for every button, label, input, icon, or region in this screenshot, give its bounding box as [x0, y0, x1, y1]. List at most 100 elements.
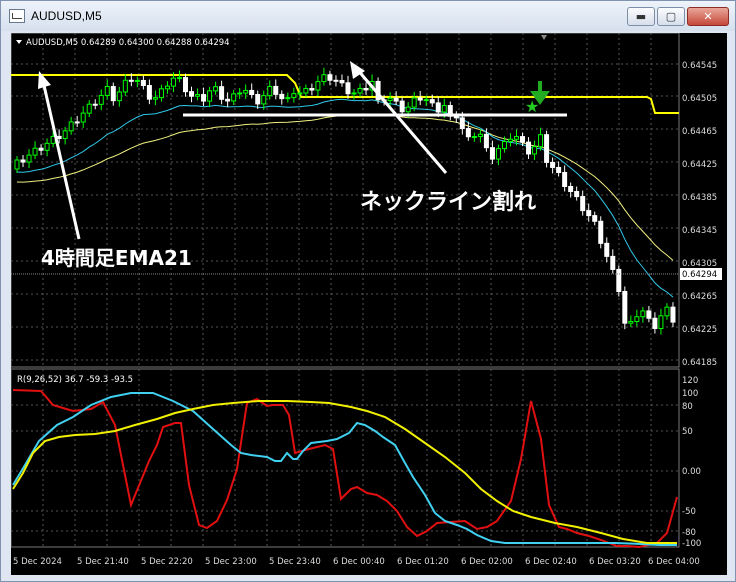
price-tick: 0.64425: [682, 160, 717, 170]
candle-body: [285, 97, 291, 100]
candle-body: [261, 95, 267, 105]
time-tick: 5 Dec 21:40: [77, 557, 129, 567]
candle-body: [544, 134, 550, 163]
candle-body: [441, 105, 447, 113]
candle-body: [568, 186, 574, 193]
price-tick: 0.64225: [682, 325, 717, 335]
candle-body: [495, 148, 501, 160]
time-tick: 5 Dec 2024: [13, 557, 62, 567]
close-icon: ✕: [703, 10, 713, 23]
candle-body: [616, 268, 622, 293]
candle-body: [489, 147, 495, 160]
indicator-tick: 120: [682, 376, 698, 386]
grid: [11, 33, 679, 547]
chart-canvas[interactable]: ★ ネックライン割れ 4時間足EMA21 AUDUSD,M5 0.64289 0…: [10, 32, 727, 575]
time-tick: 6 Dec 01:20: [397, 557, 449, 567]
candle-body: [110, 86, 116, 102]
neckline-annotation-arrow: [354, 67, 448, 174]
candle-body: [267, 85, 273, 97]
maximize-icon: ▢: [665, 10, 677, 23]
minimize-icon: ▬: [635, 10, 647, 23]
time-axis: 5 Dec 2024 5 Dec 21:40 5 Dec 22:20 5 Dec…: [13, 557, 700, 567]
candle-body: [128, 79, 134, 82]
candle-body: [507, 138, 513, 143]
candle-body: [201, 94, 207, 102]
indicator-tick: 80: [682, 402, 693, 412]
candle-body: [225, 98, 231, 102]
candle-body: [351, 92, 357, 95]
candle-body: [146, 85, 152, 100]
candle-body: [333, 79, 339, 82]
candle-body: [622, 291, 628, 324]
symbol-menu-icon[interactable]: [16, 40, 22, 44]
time-tick: 6 Dec 00:40: [333, 557, 385, 567]
candle-body: [580, 196, 586, 212]
candle-body: [477, 133, 483, 138]
candle-body: [255, 94, 261, 105]
title-bar[interactable]: AUDUSD,M5 ▬ ▢ ✕: [1, 1, 735, 31]
candle-body: [393, 97, 399, 102]
indicator-tick: -100: [682, 539, 701, 549]
indicator-cyan-line: [12, 392, 677, 546]
time-tick: 6 Dec 02:40: [525, 557, 577, 567]
candle-body: [465, 128, 471, 138]
indicator-tick: -80: [682, 528, 696, 538]
candle-body: [20, 159, 26, 163]
candle-body: [116, 91, 122, 102]
time-tick: 5 Dec 23:00: [205, 557, 257, 567]
candle-body: [195, 94, 201, 97]
candle-body: [207, 90, 213, 102]
candle-body: [297, 92, 303, 95]
candle-body: [532, 146, 538, 155]
maximize-button[interactable]: ▢: [657, 7, 685, 26]
ema-arrowhead-icon: [38, 71, 51, 89]
candle-body: [501, 141, 507, 150]
main-pane-border: [10, 32, 680, 368]
price-axis[interactable]: 0.64545 0.64505 0.64465 0.64425 0.64385 …: [682, 61, 717, 368]
price-tick: 0.64545: [682, 61, 717, 71]
candle-body: [14, 159, 20, 170]
candle-body: [640, 310, 646, 318]
time-tick: 6 Dec 03:20: [589, 557, 641, 567]
time-tick: 6 Dec 02:00: [461, 557, 513, 567]
candle-body: [243, 89, 249, 94]
candle-body: [189, 91, 195, 97]
minimize-button[interactable]: ▬: [627, 7, 655, 26]
candle-body: [80, 112, 86, 123]
candle-body: [598, 220, 604, 244]
candle-body: [176, 77, 182, 80]
close-button[interactable]: ✕: [687, 7, 729, 26]
price-tick: 0.64185: [682, 358, 717, 368]
candle-body: [357, 87, 363, 94]
time-tick: 5 Dec 22:20: [141, 557, 193, 567]
chart-area[interactable]: ★ ネックライン割れ 4時間足EMA21 AUDUSD,M5 0.64289 0…: [10, 32, 727, 575]
candle-body: [68, 121, 74, 132]
candle-body: [471, 136, 477, 139]
candle-body: [38, 147, 44, 151]
candle-body: [219, 86, 225, 100]
chart-header: AUDUSD,M5 0.64289 0.64300 0.64288 0.6429…: [26, 38, 230, 48]
candle-body: [104, 86, 110, 96]
candle-body: [315, 81, 321, 91]
indicator-pane-border: [10, 368, 680, 548]
candle-body: [483, 133, 489, 149]
candle-body: [56, 135, 62, 139]
candle-body: [321, 74, 327, 83]
shift-marker-icon: [541, 35, 547, 40]
chart-window-icon: [9, 9, 25, 23]
ema-annotation-arrow: [41, 80, 81, 240]
candle-body: [610, 255, 616, 270]
candle-body: [345, 82, 351, 95]
candle-body: [670, 306, 676, 323]
candle-body: [652, 317, 658, 330]
candle-body: [183, 77, 189, 93]
candle-body: [74, 121, 80, 124]
candle-body: [562, 171, 568, 188]
candle-body: [556, 166, 562, 173]
candle-body: [387, 97, 393, 102]
ema-slow-line: [16, 113, 674, 261]
candle-body: [44, 142, 50, 151]
time-tick: 5 Dec 23:40: [269, 557, 321, 567]
candle-body: [92, 103, 98, 106]
candle-body: [134, 79, 140, 82]
